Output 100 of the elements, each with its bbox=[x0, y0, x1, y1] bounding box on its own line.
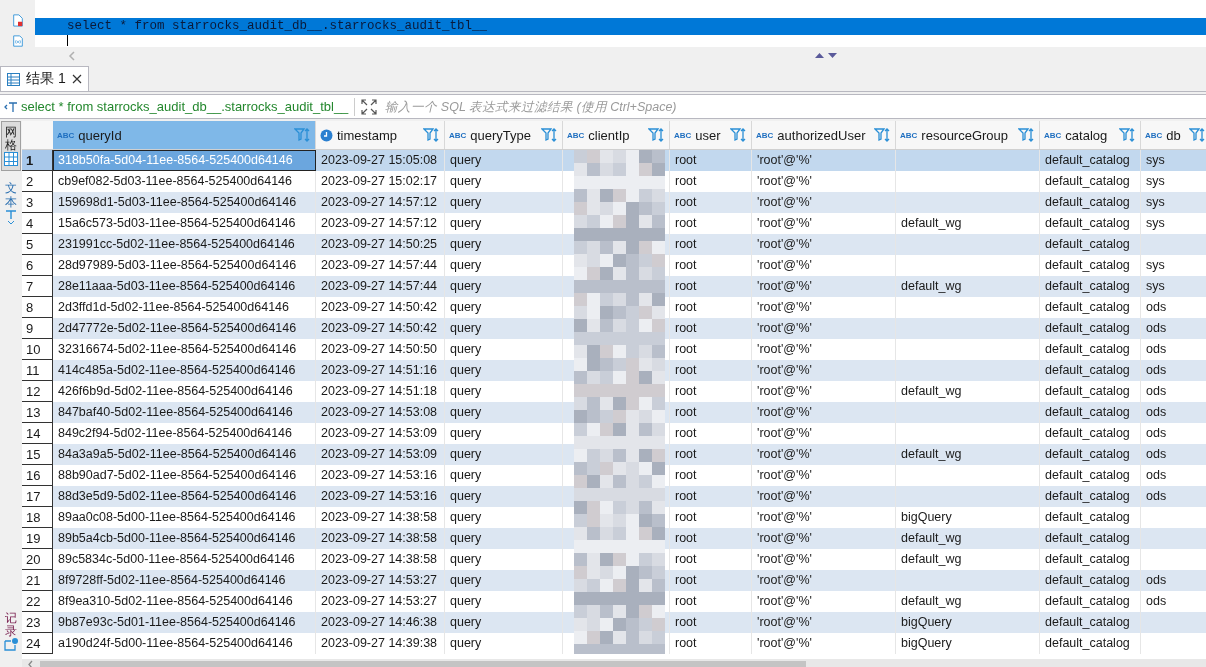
row-number: 22 bbox=[22, 591, 53, 612]
table-cell: 2023-09-27 14:53:08 bbox=[316, 402, 445, 423]
table-row[interactable]: 17 88d3e5d9-5d02-11ee-8564-525400d64146 2023-09-27 14:53:16 query root 'root'@'%' default_catalog ods bbox=[22, 486, 1206, 507]
view-tab[interactable]: 网格 bbox=[1, 121, 21, 172]
table-cell: ods bbox=[1141, 360, 1206, 381]
table-cell: 2023-09-27 14:46:38 bbox=[316, 612, 445, 633]
row-number: 10 bbox=[22, 339, 53, 360]
filter-input-field[interactable]: 输入一个 SQL 表达式来过滤结果 (使用 Ctrl+Space) bbox=[383, 98, 1206, 115]
table-row[interactable]: 19 89b5a4cb-5d00-11ee-8564-525400d64146 2023-09-27 14:38:58 query root 'root'@'%' default_wg default_catalog bbox=[22, 528, 1206, 549]
table-row[interactable]: 1 318b50fa-5d04-11ee-8564-525400d64146 2023-09-27 15:05:08 query root 'root'@'%' default_catalog sys bbox=[22, 150, 1206, 171]
column-header[interactable]: ABC user bbox=[670, 121, 752, 149]
table-cell: 28e11aaa-5d03-11ee-8564-525400d64146 bbox=[53, 276, 316, 297]
row-number: 2 bbox=[22, 171, 53, 192]
table-cell: default_catalog bbox=[1040, 486, 1141, 507]
filter-sort-icon[interactable] bbox=[730, 128, 747, 142]
document-icon[interactable] bbox=[11, 14, 24, 27]
filter-sort-icon[interactable] bbox=[1189, 128, 1206, 142]
table-icon bbox=[7, 72, 20, 86]
table-cell: query bbox=[445, 486, 563, 507]
view-tab[interactable]: 文本 bbox=[1, 177, 21, 230]
table-cell: ods bbox=[1141, 402, 1206, 423]
table-cell: ods bbox=[1141, 486, 1206, 507]
table-cell: 414c485a-5d02-11ee-8564-525400d64146 bbox=[53, 360, 316, 381]
table-cell: 'root'@'%' bbox=[752, 486, 896, 507]
column-header[interactable]: ABC db bbox=[1141, 121, 1206, 149]
column-header[interactable]: ABC queryId bbox=[53, 121, 316, 149]
table-cell: 9b87e93c-5d01-11ee-8564-525400d64146 bbox=[53, 612, 316, 633]
type-label: ABC bbox=[57, 130, 75, 140]
column-header[interactable]: timestamp bbox=[316, 121, 445, 149]
column-header[interactable]: ABC catalog bbox=[1040, 121, 1141, 149]
table-cell: 2023-09-27 14:38:58 bbox=[316, 528, 445, 549]
table-cell: root bbox=[670, 192, 752, 213]
close-icon[interactable] bbox=[71, 74, 82, 84]
row-number: 1 bbox=[22, 150, 53, 171]
table-cell: 2023-09-27 14:50:25 bbox=[316, 234, 445, 255]
row-number: 16 bbox=[22, 465, 53, 486]
filter-sort-icon[interactable] bbox=[874, 128, 891, 142]
table-cell: 318b50fa-5d04-11ee-8564-525400d64146 bbox=[53, 150, 316, 171]
table-row[interactable]: 3 159698d1-5d03-11ee-8564-525400d64146 2023-09-27 14:57:12 query root 'root'@'%' default_catalog sys bbox=[22, 192, 1206, 213]
row-number: 21 bbox=[22, 570, 53, 591]
scroll-left-icon[interactable] bbox=[27, 660, 34, 667]
sql-text-icon bbox=[4, 100, 18, 113]
result-tab[interactable]: 结果 1 bbox=[0, 66, 89, 91]
table-cell: query bbox=[445, 192, 563, 213]
row-number: 20 bbox=[22, 549, 53, 570]
row-number: 19 bbox=[22, 528, 53, 549]
variables-icon[interactable] bbox=[11, 34, 24, 47]
table-row[interactable]: 9 2d47772e-5d02-11ee-8564-525400d64146 2023-09-27 14:50:42 query root 'root'@'%' default_catalog ods bbox=[22, 318, 1206, 339]
table-cell: 2023-09-27 14:53:16 bbox=[316, 486, 445, 507]
table-cell: 'root'@'%' bbox=[752, 192, 896, 213]
table-cell: 'root'@'%' bbox=[752, 570, 896, 591]
row-number: 5 bbox=[22, 234, 53, 255]
table-cell: query bbox=[445, 402, 563, 423]
table-cell: root bbox=[670, 360, 752, 381]
table-row[interactable]: 11 414c485a-5d02-11ee-8564-525400d64146 2023-09-27 14:51:16 query root 'root'@'%' default_catalog ods bbox=[22, 360, 1206, 381]
column-header[interactable]: ABC clientIp bbox=[563, 121, 670, 149]
record-tab[interactable]: 记录 bbox=[1, 606, 21, 656]
table-cell: query bbox=[445, 150, 563, 171]
filter-sort-icon[interactable] bbox=[1018, 128, 1035, 142]
filter-sort-icon[interactable] bbox=[541, 128, 558, 142]
table-row[interactable]: 21 8f9728ff-5d02-11ee-8564-525400d64146 2023-09-27 14:53:27 query root 'root'@'%' default_catalog ods bbox=[22, 570, 1206, 591]
maximize-panel-icon[interactable] bbox=[815, 53, 824, 59]
table-row[interactable]: 7 28e11aaa-5d03-11ee-8564-525400d64146 2023-09-27 14:57:44 query root 'root'@'%' default_wg default_catalog sys bbox=[22, 276, 1206, 297]
table-cell: default_catalog bbox=[1040, 444, 1141, 465]
table-cell: 'root'@'%' bbox=[752, 234, 896, 255]
type-label: ABC bbox=[674, 130, 692, 140]
filter-sort-icon[interactable] bbox=[423, 128, 440, 142]
table-cell: query bbox=[445, 633, 563, 654]
table-cell: 231991cc-5d02-11ee-8564-525400d64146 bbox=[53, 234, 316, 255]
column-header[interactable]: ABC resourceGroup bbox=[896, 121, 1040, 149]
filter-sort-icon[interactable] bbox=[294, 128, 311, 142]
column-header[interactable]: ABC queryType bbox=[445, 121, 563, 149]
table-cell: sys bbox=[1141, 276, 1206, 297]
filter-sort-icon[interactable] bbox=[1119, 128, 1136, 142]
table-cell: 2023-09-27 14:57:12 bbox=[316, 192, 445, 213]
table-cell: 'root'@'%' bbox=[752, 318, 896, 339]
table-cell: query bbox=[445, 360, 563, 381]
table-cell: query bbox=[445, 276, 563, 297]
table-row[interactable]: 15 84a3a9a5-5d02-11ee-8564-525400d64146 2023-09-27 14:53:09 query root 'root'@'%' default_wg default_catalog ods bbox=[22, 444, 1206, 465]
table-row[interactable]: 13 847baf40-5d02-11ee-8564-525400d64146 2023-09-27 14:53:08 query root 'root'@'%' default_catalog ods bbox=[22, 402, 1206, 423]
row-number: 24 bbox=[22, 633, 53, 654]
filter-sort-icon[interactable] bbox=[648, 128, 665, 142]
table-cell: default_catalog bbox=[1040, 612, 1141, 633]
table-cell: default_catalog bbox=[1040, 360, 1141, 381]
scroll-left-icon[interactable] bbox=[68, 51, 75, 61]
row-number: 3 bbox=[22, 192, 53, 213]
table-cell: 'root'@'%' bbox=[752, 612, 896, 633]
table-cell: bigQuery bbox=[896, 612, 1040, 633]
filter-bar[interactable]: select * from starrocks_audit_db__.starrocks_audit_tbl__ 输入一个 SQL 表达式来过滤结果 (使用 Ctrl+Space) bbox=[0, 94, 1206, 119]
restore-panel-icon[interactable] bbox=[828, 53, 837, 59]
table-cell: default_wg bbox=[896, 528, 1040, 549]
table-cell: default_catalog bbox=[1040, 192, 1141, 213]
table-row[interactable]: 23 9b87e93c-5d01-11ee-8564-525400d64146 2023-09-27 14:46:38 query root 'root'@'%' bigQuery default_catalog bbox=[22, 612, 1206, 633]
table-cell: default_catalog bbox=[1040, 633, 1141, 654]
expand-icon[interactable] bbox=[361, 98, 378, 115]
table-cell: sys bbox=[1141, 150, 1206, 171]
table-cell: root bbox=[670, 612, 752, 633]
column-header[interactable]: ABC authorizedUser bbox=[752, 121, 896, 149]
table-row[interactable]: 5 231991cc-5d02-11ee-8564-525400d64146 2023-09-27 14:50:25 query root 'root'@'%' default_catalog bbox=[22, 234, 1206, 255]
row-number: 23 bbox=[22, 612, 53, 633]
